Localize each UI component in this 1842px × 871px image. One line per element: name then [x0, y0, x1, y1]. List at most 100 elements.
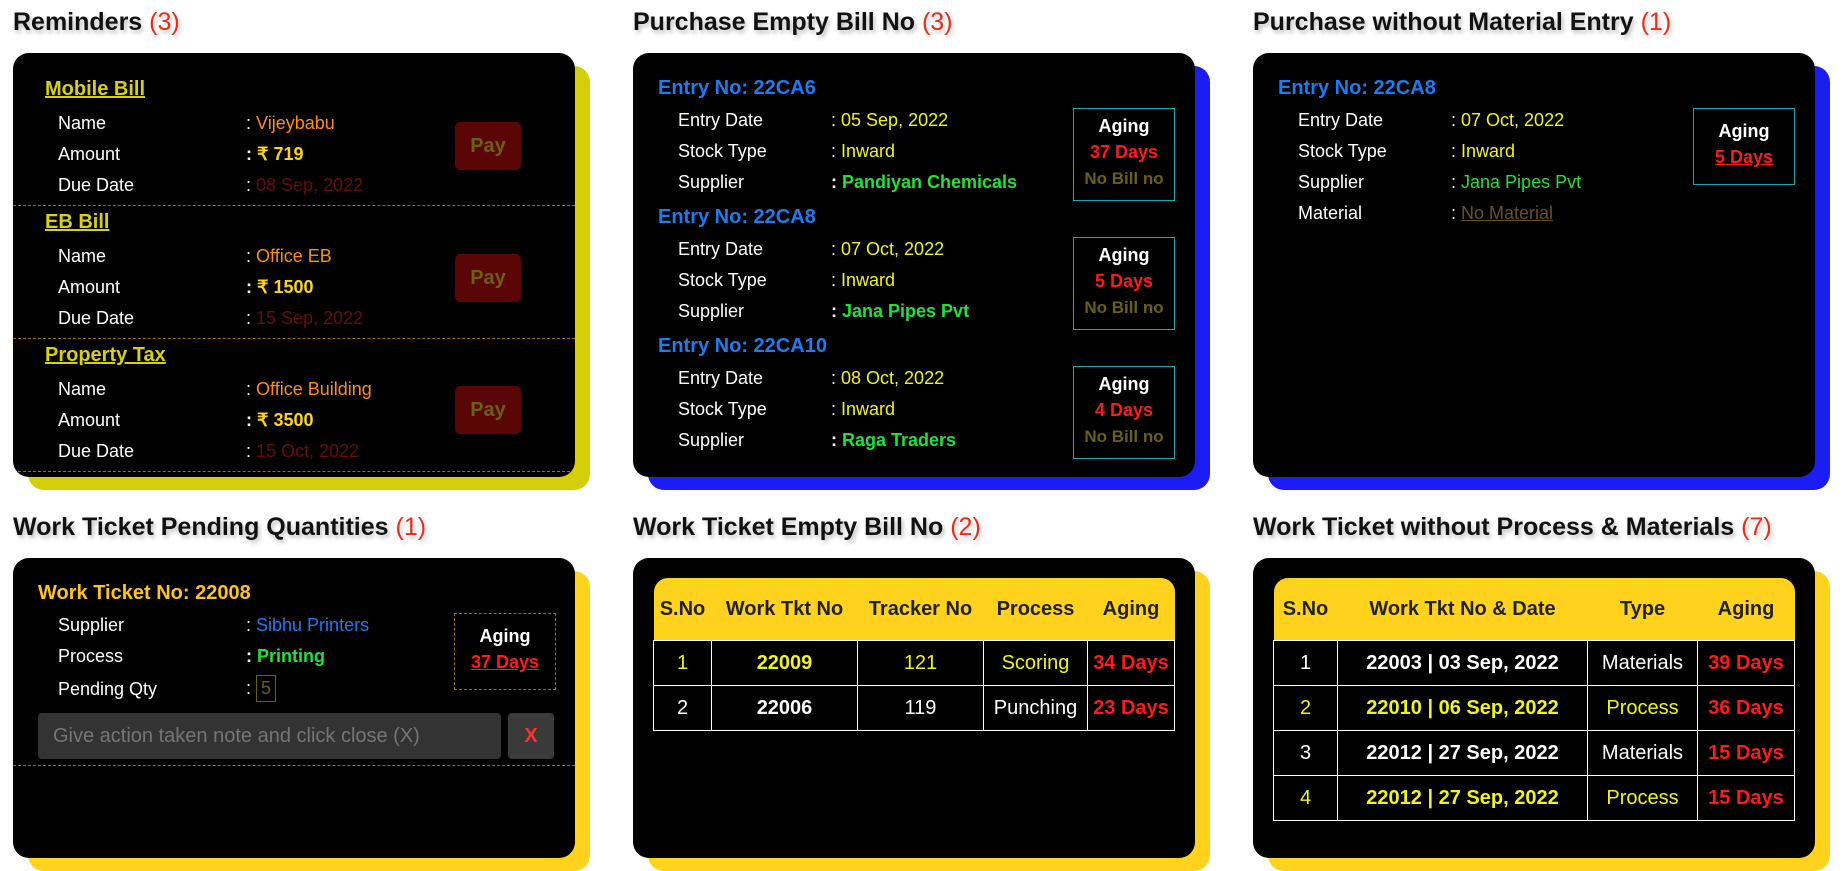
entry-number[interactable]: Entry No: 22CA8	[1278, 77, 1436, 100]
entry-number[interactable]: Entry No: 22CA10	[658, 335, 827, 358]
aging-box: Aging 5 Days No Bill no	[1073, 237, 1175, 330]
entry-date-label: Entry Date	[1298, 110, 1384, 130]
pending-qty-label: Pending Qty	[58, 679, 158, 699]
cell-work-ticket[interactable]: 22012 | 27 Sep, 2022	[1337, 775, 1588, 821]
cell-process: Punching	[983, 685, 1088, 731]
cell-tracker: 119	[857, 685, 984, 731]
purchase-empty-bill-title: Purchase Empty Bill No (3)	[633, 8, 953, 36]
table-row[interactable]: 1 22003 | 03 Sep, 2022 Materials 39 Days	[1273, 640, 1795, 686]
aging-label: Aging	[1098, 245, 1150, 265]
due-date-label: Due Date	[58, 175, 135, 195]
no-bill-text: No Bill no	[1084, 298, 1164, 317]
aging-label: Aging	[1718, 121, 1770, 141]
name-value: : Office Building	[246, 379, 372, 399]
stock-type-label: Stock Type	[1298, 141, 1387, 161]
purchase-no-material-title: Purchase without Material Entry (1)	[1253, 8, 1672, 36]
purchase-empty-card: Entry No: 22CA6 Entry Date : 05 Sep, 202…	[633, 53, 1195, 477]
entry-date-label: Entry Date	[678, 239, 764, 259]
cell-work-ticket[interactable]: 22003 | 03 Sep, 2022	[1337, 640, 1588, 686]
action-note-input[interactable]	[38, 713, 501, 759]
wt-empty-table: S.No Work Tkt No Tracker No Process Agin…	[653, 578, 1175, 731]
aging-days: 4 Days	[1094, 400, 1154, 420]
supplier-value: : Jana Pipes Pvt	[831, 301, 970, 321]
aging-days: 5 Days	[1094, 271, 1154, 291]
aging-days[interactable]: 5 Days	[1694, 147, 1794, 168]
aging-label: Aging	[1098, 116, 1150, 136]
stock-type-value: : Inward	[1451, 141, 1516, 161]
amount-label: Amount	[58, 410, 121, 430]
reminder-header-mobile-bill[interactable]: Mobile Bill	[45, 78, 145, 101]
pay-button[interactable]: Pay	[455, 122, 521, 170]
cell-type: Materials	[1587, 640, 1698, 686]
pay-button[interactable]: Pay	[455, 254, 521, 302]
entry-date-value: : 07 Oct, 2022	[1451, 110, 1565, 130]
col-header: S.No	[1273, 578, 1338, 641]
amount-value: : ₹ 1500	[246, 277, 314, 297]
cell-sno: 3	[1273, 730, 1338, 776]
entry-date-value: : 08 Oct, 2022	[831, 368, 945, 388]
no-bill-text: No Bill no	[1084, 427, 1164, 446]
stock-type-value: : Inward	[831, 141, 896, 161]
entry-number[interactable]: Entry No: 22CA6	[658, 77, 816, 100]
aging-label: Aging	[479, 626, 531, 646]
col-header: Aging	[1697, 578, 1795, 641]
stock-type-label: Stock Type	[678, 270, 767, 290]
cell-sno: 4	[1273, 775, 1338, 821]
supplier-label: Supplier	[678, 172, 745, 192]
wt-pending-card: Work Ticket No: 22008 Supplier : Sibhu P…	[13, 558, 575, 858]
material-label: Material	[1298, 203, 1363, 223]
process-value: : Printing	[246, 646, 325, 666]
col-header: Tracker No	[857, 578, 984, 641]
entry-number[interactable]: Entry No: 22CA8	[658, 206, 816, 229]
amount-label: Amount	[58, 144, 121, 164]
wt-no-process-title: Work Ticket without Process & Materials …	[1253, 513, 1772, 541]
supplier-value: : Jana Pipes Pvt	[1451, 172, 1582, 192]
close-button[interactable]: X	[508, 713, 554, 759]
material-value[interactable]: : No Material	[1451, 203, 1553, 224]
wt-empty-card: S.No Work Tkt No Tracker No Process Agin…	[633, 558, 1195, 858]
pay-button[interactable]: Pay	[455, 386, 521, 434]
cell-work-ticket[interactable]: 22006	[711, 685, 858, 731]
wt-no-process-table: S.No Work Tkt No & Date Type Aging 1 220…	[1273, 578, 1795, 821]
amount-value: : ₹ 3500	[246, 410, 314, 430]
work-ticket-number[interactable]: Work Ticket No: 22008	[38, 582, 251, 605]
reminder-header-eb-bill[interactable]: EB Bill	[45, 211, 109, 234]
table-row[interactable]: 4 22012 | 27 Sep, 2022 Process 15 Days	[1273, 775, 1795, 821]
cell-work-ticket[interactable]: 22009	[711, 640, 858, 686]
divider	[13, 765, 575, 766]
supplier-label: Supplier	[678, 301, 745, 321]
supplier-value: : Pandiyan Chemicals	[831, 172, 1018, 192]
cell-sno: 2	[1273, 685, 1338, 731]
aging-days[interactable]: 37 Days	[455, 652, 555, 673]
col-header: Work Tkt No	[711, 578, 858, 641]
aging-box: Aging 5 Days	[1693, 108, 1795, 185]
amount-label: Amount	[58, 277, 121, 297]
table-row[interactable]: 3 22012 | 27 Sep, 2022 Materials 15 Days	[1273, 730, 1795, 776]
table-header-row: S.No Work Tkt No & Date Type Aging	[1273, 578, 1795, 641]
cell-type: Materials	[1587, 730, 1698, 776]
cell-sno: 1	[1273, 640, 1338, 686]
supplier-label: Supplier	[678, 430, 745, 450]
due-date-value: : 15 Oct, 2022	[246, 441, 360, 461]
cell-aging: 34 Days	[1087, 640, 1175, 686]
aging-label: Aging	[1098, 374, 1150, 394]
table-row[interactable]: 2 22006 119 Punching 23 Days	[653, 685, 1175, 731]
supplier-label: Supplier	[1298, 172, 1365, 192]
name-value: : Office EB	[246, 246, 332, 266]
cell-tracker: 121	[857, 640, 984, 686]
divider	[13, 205, 575, 206]
cell-sno: 2	[653, 685, 712, 731]
divider	[13, 471, 575, 472]
supplier-value: : Sibhu Printers	[246, 615, 370, 635]
stock-type-label: Stock Type	[678, 141, 767, 161]
table-row[interactable]: 1 22009 121 Scoring 34 Days	[653, 640, 1175, 686]
name-label: Name	[58, 113, 107, 133]
cell-work-ticket[interactable]: 22010 | 06 Sep, 2022	[1337, 685, 1588, 731]
due-date-value: : 15 Sep, 2022	[246, 308, 364, 328]
name-value: : Vijeybabu	[246, 113, 335, 133]
cell-type: Process	[1587, 685, 1698, 731]
reminder-header-property-tax[interactable]: Property Tax	[45, 344, 166, 367]
cell-work-ticket[interactable]: 22012 | 27 Sep, 2022	[1337, 730, 1588, 776]
table-row[interactable]: 2 22010 | 06 Sep, 2022 Process 36 Days	[1273, 685, 1795, 731]
aging-box: Aging 4 Days No Bill no	[1073, 366, 1175, 459]
